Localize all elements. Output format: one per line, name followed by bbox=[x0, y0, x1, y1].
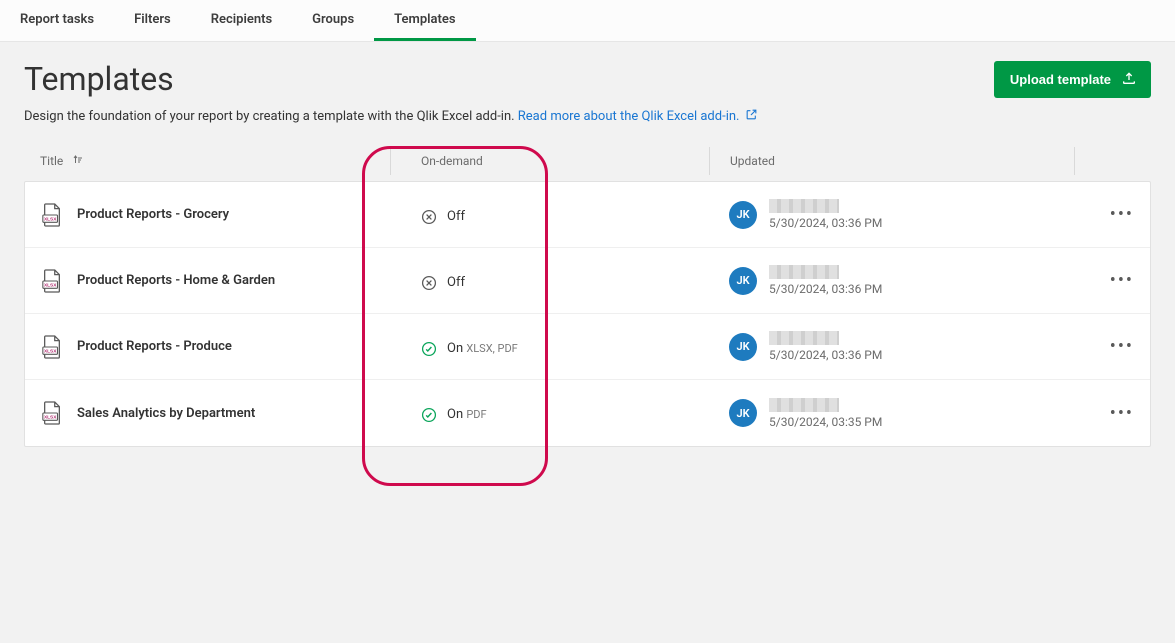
template-title: Product Reports - Grocery bbox=[77, 207, 229, 222]
avatar: JK bbox=[729, 201, 757, 229]
upload-icon bbox=[1121, 70, 1137, 89]
column-on-demand[interactable]: On-demand bbox=[421, 154, 483, 168]
on-demand-formats: PDF bbox=[466, 408, 486, 421]
read-more-link[interactable]: Read more about the Qlik Excel add-in. bbox=[518, 109, 758, 124]
off-icon bbox=[421, 275, 437, 291]
avatar: JK bbox=[729, 399, 757, 427]
tab-bar: Report tasks Filters Recipients Groups T… bbox=[0, 0, 1175, 42]
template-title: Product Reports - Home & Garden bbox=[77, 273, 275, 288]
table-row[interactable]: Product Reports - Produce On XLSX, PDF J… bbox=[25, 314, 1150, 380]
column-title[interactable]: Title bbox=[40, 154, 63, 168]
external-link-icon bbox=[745, 108, 758, 125]
xlsx-file-icon bbox=[41, 401, 63, 425]
tab-report-tasks[interactable]: Report tasks bbox=[0, 0, 114, 41]
xlsx-file-icon bbox=[41, 335, 63, 359]
updated-by-redacted bbox=[769, 199, 839, 213]
tab-filters[interactable]: Filters bbox=[114, 0, 191, 41]
off-icon bbox=[421, 209, 437, 225]
on-demand-state: Off bbox=[447, 209, 465, 224]
row-more-menu-button[interactable]: ••• bbox=[1110, 403, 1134, 424]
on-demand-state: On bbox=[447, 341, 463, 356]
updated-date: 5/30/2024, 03:35 PM bbox=[769, 415, 882, 429]
column-divider bbox=[1074, 147, 1075, 175]
updated-date: 5/30/2024, 03:36 PM bbox=[769, 216, 882, 230]
template-title: Product Reports - Produce bbox=[77, 339, 232, 354]
tab-recipients[interactable]: Recipients bbox=[191, 0, 292, 41]
on-demand-formats: XLSX, PDF bbox=[466, 342, 517, 355]
updated-by-redacted bbox=[769, 398, 839, 412]
column-updated[interactable]: Updated bbox=[730, 154, 775, 168]
template-title: Sales Analytics by Department bbox=[77, 406, 255, 421]
avatar: JK bbox=[729, 267, 757, 295]
on-demand-state: On bbox=[447, 407, 463, 422]
row-more-menu-button[interactable]: ••• bbox=[1110, 336, 1134, 357]
tab-groups[interactable]: Groups bbox=[292, 0, 374, 41]
upload-template-button[interactable]: Upload template bbox=[994, 61, 1151, 98]
on-demand-state: Off bbox=[447, 275, 465, 290]
row-more-menu-button[interactable]: ••• bbox=[1110, 270, 1134, 291]
sort-icon[interactable] bbox=[71, 154, 85, 169]
templates-list: Product Reports - Grocery Off JK 5/30/20… bbox=[24, 181, 1151, 447]
avatar: JK bbox=[729, 333, 757, 361]
table-row[interactable]: Product Reports - Grocery Off JK 5/30/20… bbox=[25, 182, 1150, 248]
updated-by-redacted bbox=[769, 265, 839, 279]
updated-date: 5/30/2024, 03:36 PM bbox=[769, 348, 882, 362]
updated-date: 5/30/2024, 03:36 PM bbox=[769, 282, 882, 296]
table-row[interactable]: Product Reports - Home & Garden Off JK 5… bbox=[25, 248, 1150, 314]
tab-templates[interactable]: Templates bbox=[374, 0, 475, 41]
row-more-menu-button[interactable]: ••• bbox=[1110, 204, 1134, 225]
upload-template-label: Upload template bbox=[1010, 72, 1111, 87]
page-title: Templates bbox=[24, 60, 174, 98]
xlsx-file-icon bbox=[41, 269, 63, 293]
on-icon bbox=[421, 407, 437, 423]
read-more-link-text: Read more about the Qlik Excel add-in. bbox=[518, 109, 740, 124]
page-subtitle: Design the foundation of your report by … bbox=[24, 108, 1151, 125]
page-subtitle-text: Design the foundation of your report by … bbox=[24, 109, 518, 124]
updated-by-redacted bbox=[769, 331, 839, 345]
table-header: Title On-demand Updated bbox=[24, 141, 1151, 181]
xlsx-file-icon bbox=[41, 203, 63, 227]
table-row[interactable]: Sales Analytics by Department On PDF JK … bbox=[25, 380, 1150, 446]
on-icon bbox=[421, 341, 437, 357]
